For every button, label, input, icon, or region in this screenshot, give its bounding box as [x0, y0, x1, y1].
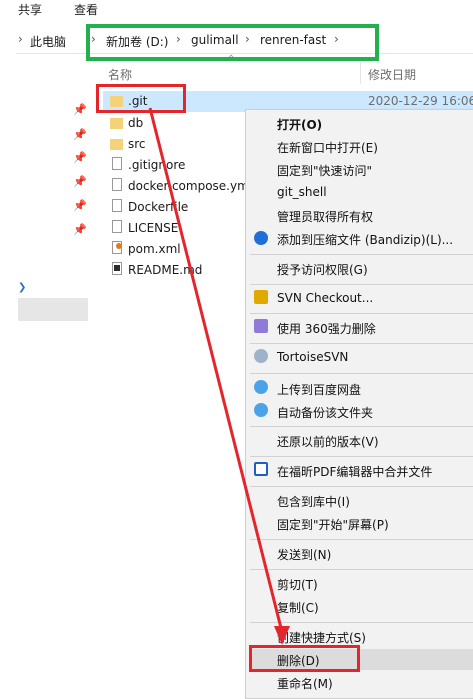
arrow-head — [274, 626, 290, 645]
annotation-arrow — [148, 107, 290, 645]
arrow-line — [148, 107, 284, 633]
